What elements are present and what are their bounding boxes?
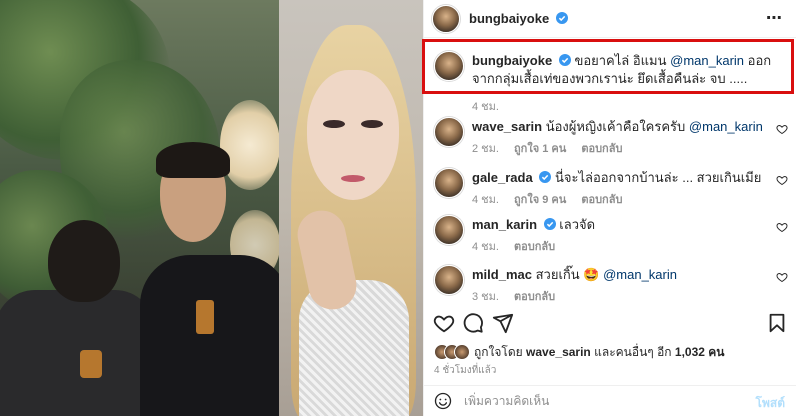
post-button[interactable]: โพสต์ <box>756 394 785 413</box>
eye <box>361 120 383 128</box>
comment-username[interactable]: man_karin <box>472 217 537 232</box>
comment-mention[interactable]: @man_karin <box>689 119 763 134</box>
bookmark-icon[interactable] <box>766 312 788 334</box>
author-username[interactable]: bungbaiyoke <box>469 11 549 26</box>
comment-avatar[interactable] <box>434 265 464 295</box>
comment-icon[interactable] <box>462 312 484 334</box>
comment-item: gale_rada นี่จะไล่ออกจากบ้านล่ะ ... สวยเ… <box>432 168 792 208</box>
share-icon[interactable] <box>492 312 514 334</box>
comment-item: wave_sarin น้องผู้หญิงเค้าคือใครครับ @ma… <box>432 117 792 157</box>
liked-by-user[interactable]: wave_sarin <box>526 345 591 359</box>
comment-avatar[interactable] <box>434 215 464 245</box>
post-header: bungbaiyoke ⋯ <box>424 0 796 38</box>
post-panel: bungbaiyoke ⋯ bungbaiyoke ขอยาคไล่ อิแมน… <box>422 0 796 416</box>
heart-icon[interactable] <box>776 271 788 283</box>
comment-likes[interactable]: ถูกใจ 9 คน <box>514 194 566 206</box>
comment-text: เลวจัด <box>559 217 596 232</box>
comment-input[interactable] <box>464 391 734 411</box>
photo-two-men <box>0 0 279 416</box>
comments-list: bungbaiyoke ขอยาคไล่ อิแมน @man_karin ออ… <box>422 39 796 303</box>
emoji-icon[interactable] <box>434 392 452 410</box>
caption-time: 4 ชม. <box>472 101 499 113</box>
liked-by: ถูกใจโดย wave_sarin และคนอื่นๆ อีก 1,032… <box>434 343 724 361</box>
comment-username[interactable]: gale_rada <box>472 170 533 185</box>
comment-item: man_karin เลวจัด 4 ชม. ตอบกลับ <box>432 215 792 255</box>
likes-count[interactable]: 1,032 คน <box>675 345 725 359</box>
post-photos[interactable] <box>0 0 423 416</box>
heart-icon[interactable] <box>433 312 455 334</box>
reply-button[interactable]: ตอบกลับ <box>581 143 622 155</box>
highlight-box <box>422 39 794 94</box>
action-bar <box>424 308 796 338</box>
liker-avatar <box>454 344 470 360</box>
lamp <box>220 100 279 190</box>
more-icon[interactable]: ⋯ <box>766 8 783 28</box>
comment-time: 2 ชม. <box>472 143 499 155</box>
liked-by-prefix: ถูกใจโดย <box>474 344 523 359</box>
comment-time: 4 ชม. <box>472 241 499 253</box>
comment-time: 4 ชม. <box>472 194 499 206</box>
add-comment-bar: โพสต์ <box>424 385 796 416</box>
verified-icon <box>539 171 552 183</box>
comment-username[interactable]: mild_mac <box>472 267 532 282</box>
person-a-head <box>48 220 120 302</box>
post-time: 4 ชั่วโมงที่แล้ว <box>434 365 497 376</box>
comment-text: สวยเกิ๊น 🤩 <box>535 267 600 282</box>
heart-icon[interactable] <box>776 174 788 186</box>
heart-icon[interactable] <box>776 221 788 233</box>
comment-avatar[interactable] <box>434 117 464 147</box>
comment-username[interactable]: wave_sarin <box>472 119 542 134</box>
comment-text: น้องผู้หญิงเค้าคือใครครับ <box>545 119 686 134</box>
comment-item: mild_mac สวยเกิ๊น 🤩 @man_karin 3 ชม. ตอบ… <box>432 265 792 305</box>
shirt-logo <box>80 350 102 378</box>
lips <box>341 175 365 182</box>
person-b-hair <box>156 142 230 178</box>
reply-button[interactable]: ตอบกลับ <box>514 241 555 253</box>
verified-icon <box>543 218 556 230</box>
verified-icon <box>555 12 568 24</box>
person-b <box>140 255 279 416</box>
comment-time: 3 ชม. <box>472 291 499 303</box>
eye <box>323 120 345 128</box>
comment-avatar[interactable] <box>434 168 464 198</box>
comment-text: นี่จะไล่ออกจากบ้านล่ะ ... สวยเกินเมีย <box>554 170 762 185</box>
reply-button[interactable]: ตอบกลับ <box>514 291 555 303</box>
comment-likes[interactable]: ถูกใจ 1 คน <box>514 143 566 155</box>
reply-button[interactable]: ตอบกลับ <box>581 194 622 206</box>
person-a <box>0 290 155 416</box>
shirt-logo <box>196 300 214 334</box>
photo-blonde-wig <box>279 0 423 416</box>
heart-icon[interactable] <box>776 123 788 135</box>
liked-by-middle: และคนอื่นๆ อีก <box>594 344 672 359</box>
author-avatar[interactable] <box>432 4 460 33</box>
comment-mention[interactable]: @man_karin <box>603 267 677 282</box>
